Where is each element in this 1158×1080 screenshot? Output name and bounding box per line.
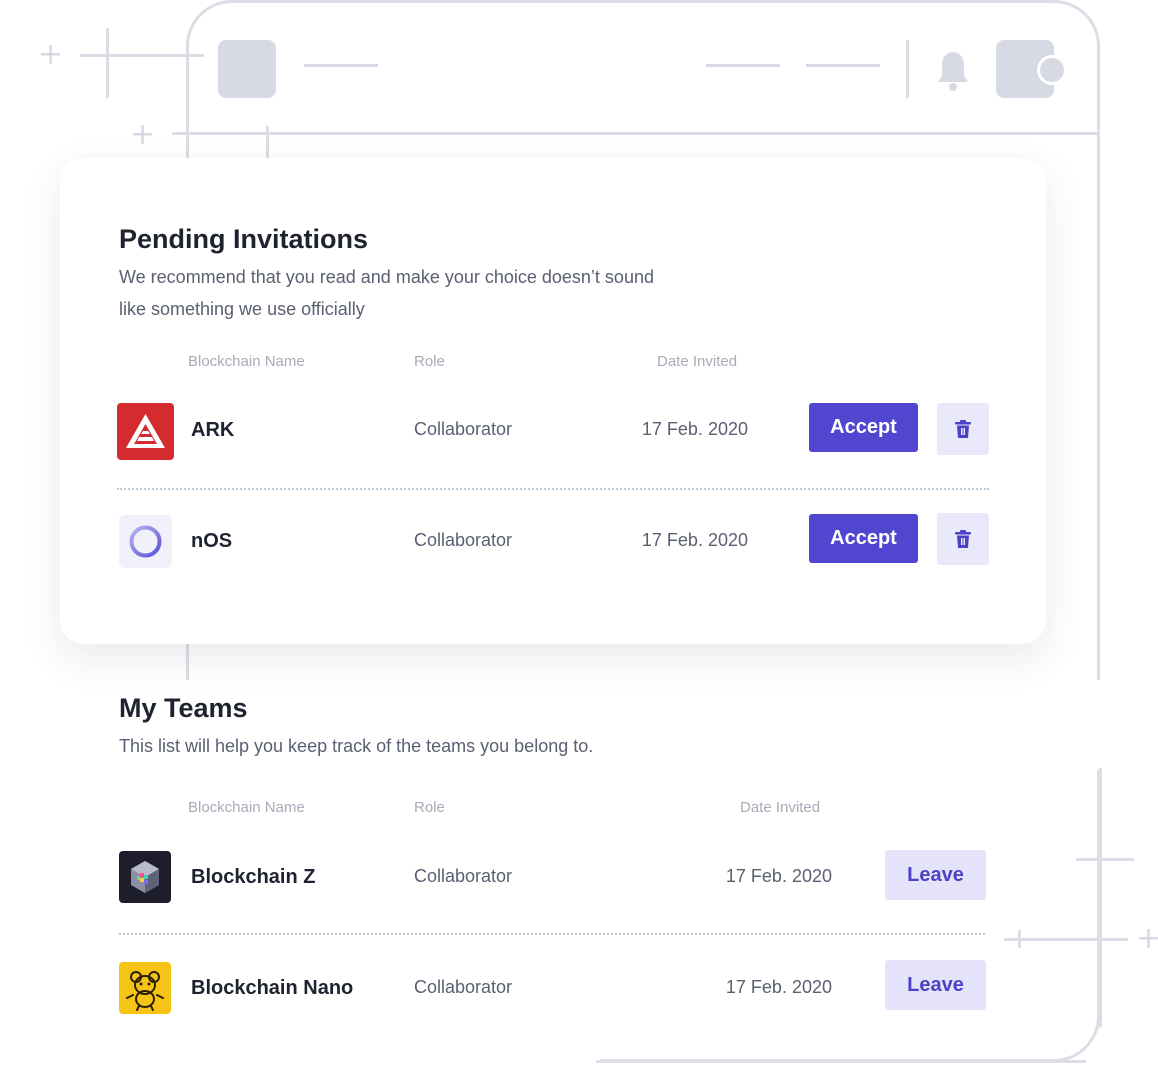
date-invited-value: 17 Feb. 2020 — [725, 977, 832, 997]
column-header-role: Role — [414, 799, 445, 816]
column-header-name: Blockchain Name — [188, 353, 305, 370]
column-header-date: Date Invited — [740, 799, 821, 816]
blockchain-name: ARK — [191, 419, 235, 441]
leave-button[interactable]: Leave — [885, 850, 986, 900]
pending-invitations-subtitle: We recommend that you read and make your… — [119, 267, 654, 319]
my-teams-title: My Teams — [119, 693, 248, 723]
role-value: Collaborator — [414, 977, 513, 997]
blockchain-name: nOS — [191, 530, 233, 552]
accept-button[interactable]: Accept — [809, 514, 918, 563]
accept-button[interactable]: Accept — [809, 403, 918, 452]
row-divider — [117, 488, 989, 490]
delete-button[interactable] — [937, 403, 989, 455]
row-divider — [119, 933, 985, 935]
plus-icon: + — [38, 37, 64, 72]
date-invited-value: 17 Feb. 2020 — [641, 419, 748, 439]
column-header-role: Role — [414, 353, 445, 370]
bell-icon — [938, 52, 968, 91]
plus-icon: + — [1136, 921, 1158, 956]
role-value: Collaborator — [414, 866, 513, 886]
role-value: Collaborator — [414, 530, 513, 550]
pending-invitations-title: Pending Invitations — [119, 224, 369, 254]
leave-button[interactable]: Leave — [885, 960, 986, 1010]
pending-invitations-card: Pending Invitations We recommend that yo… — [60, 158, 1046, 644]
ark-logo-icon — [117, 403, 174, 460]
trash-icon — [955, 530, 971, 548]
blockchain-name: Blockchain Nano — [191, 977, 354, 999]
nos-logo-icon — [119, 515, 172, 568]
blockchain-name: Blockchain Z — [191, 866, 316, 888]
blockchain-nano-logo-icon — [119, 962, 171, 1014]
date-invited-value: 17 Feb. 2020 — [641, 530, 748, 550]
wireframe-logo-placeholder — [218, 40, 276, 98]
my-teams-subtitle: This list will help you keep track of th… — [119, 736, 594, 756]
date-invited-value: 17 Feb. 2020 — [725, 866, 832, 886]
trash-icon — [955, 420, 971, 438]
role-value: Collaborator — [414, 419, 513, 439]
blockchain-z-logo-icon — [119, 851, 171, 903]
column-header-name: Blockchain Name — [188, 799, 305, 816]
delete-button[interactable] — [937, 513, 989, 565]
column-header-date: Date Invited — [657, 353, 738, 370]
plus-icon: + — [130, 117, 156, 152]
